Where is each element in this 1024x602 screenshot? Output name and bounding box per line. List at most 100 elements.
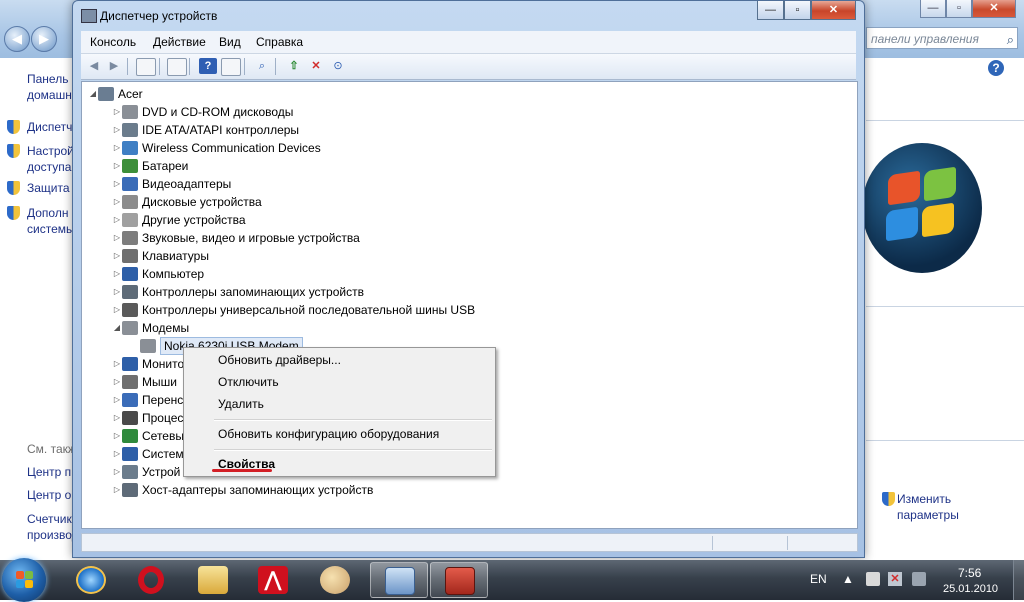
shield-icon	[7, 181, 20, 195]
scan-hardware-icon[interactable]: ⌕	[253, 58, 271, 74]
back-icon[interactable]: ◀	[4, 26, 30, 52]
left-link-system-protection[interactable]: Защита	[27, 179, 70, 197]
tree-node-label: Систем	[142, 447, 184, 461]
back-icon[interactable]: ◀	[85, 58, 103, 74]
device-manager-taskbar-button[interactable]	[430, 562, 488, 598]
menu-help[interactable]: Справка	[256, 35, 303, 49]
menu-console[interactable]: Консоль	[90, 35, 136, 49]
divider	[866, 120, 1024, 121]
menu-item-uninstall[interactable]: Удалить	[218, 397, 264, 411]
left-link-update-center[interactable]: Центр о	[27, 486, 71, 504]
show-desktop-button[interactable]	[1013, 560, 1024, 600]
action-pane-icon[interactable]	[221, 58, 241, 76]
change-settings-line2: параметры	[897, 508, 959, 522]
close-button[interactable]: ✕	[972, 0, 1016, 18]
left-link-performance-line2[interactable]: производ	[27, 526, 79, 544]
tray-expand-icon[interactable]: ▲	[842, 572, 856, 586]
shield-icon	[7, 120, 20, 134]
toolbar-separator	[189, 58, 190, 75]
device-category-icon	[122, 465, 138, 479]
left-link-remote-settings-line2[interactable]: доступа	[27, 158, 71, 176]
show-hide-console-tree-icon[interactable]	[136, 58, 156, 76]
clock-time[interactable]: 7:56	[958, 566, 981, 580]
toolbar-separator	[127, 58, 128, 75]
expand-arrow-icon[interactable]: ▷	[112, 355, 122, 373]
menu-action[interactable]: Действие	[153, 35, 206, 49]
device-category-icon	[122, 159, 138, 173]
safely-remove-hardware-icon[interactable]	[866, 572, 880, 586]
tree-node-label: Контроллеры запоминающих устройств	[142, 285, 364, 299]
expand-arrow-icon[interactable]: ▷	[112, 229, 122, 247]
expand-arrow-icon[interactable]: ▷	[112, 445, 122, 463]
minimize-button[interactable]: —	[757, 1, 784, 20]
control-panel-taskbar-button[interactable]	[370, 562, 428, 598]
search-icon[interactable]: ⌕	[1007, 29, 1014, 51]
help-icon[interactable]: ?	[988, 60, 1004, 76]
menu-item-update-drivers[interactable]: Обновить драйверы...	[218, 353, 341, 367]
opera-taskbar-icon[interactable]	[122, 562, 180, 598]
close-button[interactable]: ✕	[811, 1, 856, 20]
disable-icon[interactable]: ⊙	[329, 58, 347, 74]
expand-arrow-icon[interactable]: ▷	[112, 157, 122, 175]
device-category-icon	[122, 321, 138, 335]
network-disconnected-icon[interactable]: ✕	[888, 572, 902, 586]
expand-arrow-icon[interactable]: ▷	[112, 301, 122, 319]
language-indicator[interactable]: EN	[810, 572, 827, 586]
properties-icon[interactable]	[167, 58, 187, 76]
device-category-icon	[122, 447, 138, 461]
expand-arrow-icon[interactable]: ▷	[112, 481, 122, 499]
device-category-icon	[122, 267, 138, 281]
clock-date[interactable]: 25.01.2010	[943, 583, 998, 595]
tree-node-label: Монито	[142, 357, 185, 371]
expand-arrow-icon[interactable]: ▷	[112, 121, 122, 139]
collapse-arrow-icon[interactable]: ◢	[112, 319, 122, 337]
start-button[interactable]	[2, 558, 46, 602]
tree-node-label: Звуковые, видео и игровые устройства	[142, 231, 360, 245]
expand-arrow-icon[interactable]: ▷	[112, 193, 122, 211]
expand-arrow-icon[interactable]: ▷	[112, 463, 122, 481]
expand-arrow-icon[interactable]: ▷	[112, 103, 122, 121]
divider	[866, 440, 1024, 441]
menu-item-scan-hardware[interactable]: Обновить конфигурацию оборудования	[218, 427, 439, 441]
uninstall-icon[interactable]: ✕	[307, 58, 325, 74]
volume-icon[interactable]	[912, 572, 926, 586]
expand-arrow-icon[interactable]: ▷	[112, 139, 122, 157]
expand-arrow-icon[interactable]: ▷	[112, 175, 122, 193]
expand-arrow-icon[interactable]: ▷	[112, 247, 122, 265]
paint-taskbar-icon[interactable]	[306, 562, 364, 598]
maximize-button[interactable]: ▫	[784, 1, 811, 20]
expand-arrow-icon[interactable]: ▷	[112, 427, 122, 445]
left-link-control-panel-home-line2[interactable]: домашн	[27, 86, 72, 104]
change-settings-link[interactable]: Изменить параметры	[897, 491, 959, 523]
expand-arrow-icon[interactable]: ▷	[112, 283, 122, 301]
avira-taskbar-icon[interactable]: ⋀	[244, 562, 302, 598]
device-category-icon	[122, 303, 138, 317]
expand-arrow-icon[interactable]: ▷	[112, 265, 122, 283]
explorer-taskbar-icon[interactable]	[184, 562, 242, 598]
collapse-arrow-icon[interactable]: ◢	[88, 85, 98, 103]
device-category-icon	[122, 483, 138, 497]
tree-node-label: Компьютер	[142, 267, 205, 281]
help-icon[interactable]: ?	[199, 58, 217, 74]
menu-view[interactable]: Вид	[219, 35, 241, 49]
update-driver-icon[interactable]: ⇧	[285, 58, 303, 74]
left-link-action-center[interactable]: Центр п	[27, 463, 71, 481]
expand-arrow-icon[interactable]: ▷	[112, 391, 122, 409]
forward-icon[interactable]: ▶	[31, 26, 57, 52]
forward-icon[interactable]: ▶	[105, 58, 123, 74]
left-link-device-manager[interactable]: Диспетч	[27, 118, 72, 136]
internet-explorer-taskbar-icon[interactable]	[62, 562, 120, 598]
menu-item-disable[interactable]: Отключить	[218, 375, 279, 389]
maximize-button[interactable]: ▫	[946, 0, 972, 18]
expand-arrow-icon[interactable]: ▷	[112, 211, 122, 229]
window-title: Диспетчер устройств	[100, 9, 218, 23]
expand-arrow-icon[interactable]: ▷	[112, 373, 122, 391]
expand-arrow-icon[interactable]: ▷	[112, 409, 122, 427]
device-manager-app-icon	[81, 9, 97, 23]
tree-node-label: Перенс	[142, 393, 184, 407]
search-input[interactable]: панели управления ⌕	[866, 27, 1018, 49]
minimize-button[interactable]: —	[920, 0, 946, 18]
toolbar-separator	[159, 58, 160, 75]
start-flag-yellow	[25, 580, 33, 588]
left-link-advanced-settings-line2[interactable]: системы	[27, 220, 75, 238]
